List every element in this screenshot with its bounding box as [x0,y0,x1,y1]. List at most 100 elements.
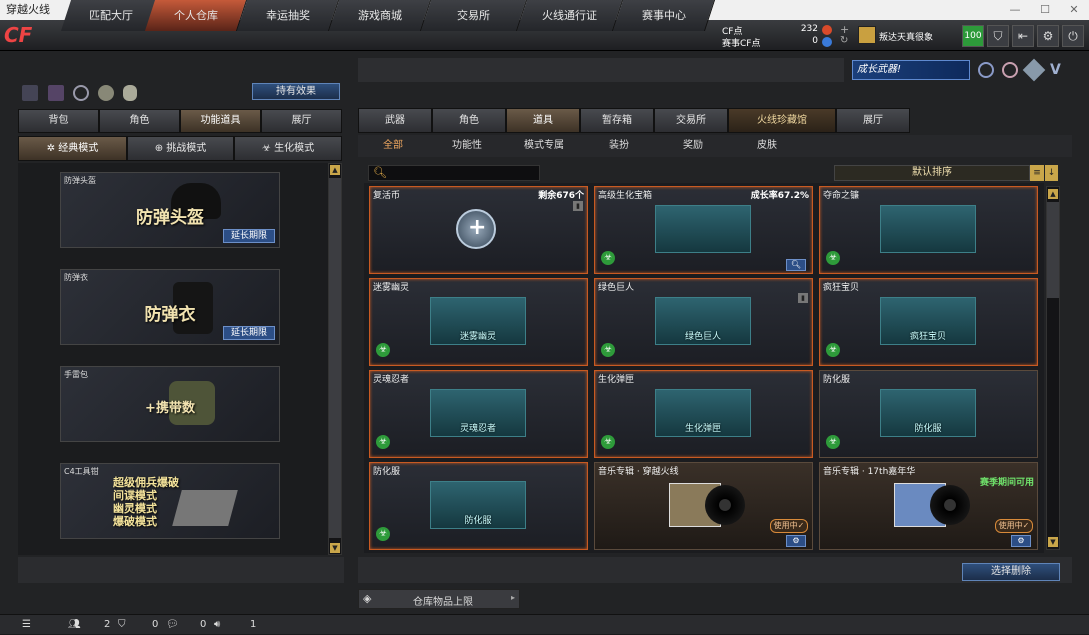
off-toggle-icon[interactable] [22,85,38,101]
card-helmet[interactable]: 防弹头盔 防弹头盔 延长期限 [60,172,280,248]
scroll-down-icon[interactable]: ▼ [330,543,340,553]
gear-icon[interactable]: ⚙ [1037,25,1059,47]
tab-temp-box[interactable]: 暂存箱 [580,108,654,133]
status-bar: ☰ 👥︎ 2 ⛉ 0 💬︎ 0 🔊︎ 1 [0,614,1089,634]
left-scroll-thumb[interactable] [329,178,341,538]
select-delete-button[interactable]: 选择删除 [962,563,1060,581]
zombie-mode-icon: ☣ [601,343,615,357]
zombie-mode-icon: ☣ [826,251,840,265]
layers-icon: ◈ [363,592,372,605]
card-grenade-pack[interactable]: 手雷包 +携带数 [60,366,280,442]
mode-challenge[interactable]: ⊕ 挑战模式 [127,136,234,161]
friends-icon[interactable]: 👥︎ [68,615,81,635]
sort-dropdown[interactable]: 默认排序 [834,165,1030,181]
item-card[interactable]: 防化服 防化服 ☣ [819,370,1038,458]
tab-showroom[interactable]: 展厅 [261,109,342,133]
globe-icon[interactable] [1002,62,1018,78]
list-view-icon[interactable]: ≡ [1030,165,1044,181]
figure-icon[interactable] [98,85,114,101]
magnify-button[interactable]: 🔍︎ [786,259,806,271]
item-card[interactable]: 迷雾幽灵 迷雾幽灵 ☣ [369,278,588,366]
tab-collection-hall[interactable]: 火线珍藏馆 [728,108,836,133]
item-card[interactable]: 高级生化宝箱 成长率67.2% ☣ 🔍︎ [594,186,813,274]
tab-function-items[interactable]: 功能道具 [180,109,261,133]
menu-icon[interactable]: ☰ [22,615,31,635]
tab-roles[interactable]: 角色 [432,108,506,133]
chevron-right-icon: ▸ [511,593,516,602]
subtab-rewards[interactable]: 奖励 [668,137,718,155]
username[interactable]: 叛达天真很象 [879,30,933,43]
scroll-up-icon[interactable]: ▲ [330,165,340,175]
tab-items[interactable]: 道具 [506,108,580,133]
item-card[interactable]: 绿色巨人 ▮ 绿色巨人 ☣ [594,278,813,366]
item-card[interactable]: 复活币 剩余676个 ▮ + [369,186,588,274]
chat-icon[interactable]: 💬︎ [166,615,179,635]
right-scroll-thumb[interactable] [1047,202,1059,298]
clan-count: 0 [152,619,159,630]
right-header-bar [358,58,844,82]
mode-zombie[interactable]: ☣ 生化模式 [234,136,342,161]
extend-button[interactable]: 延长期限 [223,326,275,340]
speaker-icon[interactable]: 🔊︎ [214,615,220,635]
hold-effect-button[interactable]: 持有效果 [252,83,340,100]
v-icon[interactable]: V [1050,62,1066,78]
zombie-mode-icon: ☣ [826,343,840,357]
item-card[interactable]: 灵魂忍者 灵魂忍者 ☣ [369,370,588,458]
tab-exchange[interactable]: 交易所 [420,0,528,31]
vinyl-record-icon [930,485,970,525]
cf-value: 232 [800,24,818,34]
badge-icon[interactable] [978,62,994,78]
subtab-functional[interactable]: 功能性 [442,137,492,155]
lock-icon: ▮ [798,293,808,303]
item-card[interactable]: 夺命之镰 ☣ [819,186,1038,274]
tab-role[interactable]: 角色 [99,109,180,133]
item-card[interactable]: 生化弹匣 生化弹匣 ☣ [594,370,813,458]
level-badge: 100 [962,25,984,47]
card-vest[interactable]: 防弹衣 防弹衣 延长期限 [60,269,280,345]
subtab-all[interactable]: 全部 [368,137,418,155]
extend-button[interactable]: 延长期限 [223,229,275,243]
scroll-up-icon[interactable]: ▲ [1048,189,1058,199]
item-card[interactable]: 音乐专辑 · 穿越火线 使用中✓ ⚙ [594,462,813,550]
capacity-button[interactable]: ◈ 仓库物品上限 ▸ [358,589,520,609]
cycle-icon[interactable] [73,85,89,101]
target-icon: ⊕ [154,143,167,154]
clan-icon[interactable]: ⛉ [118,615,126,635]
subtab-mode-exclusive[interactable]: 模式专属 [516,137,572,155]
stats-icon[interactable] [48,85,64,101]
subtab-skins[interactable]: 皮肤 [742,137,792,155]
shield-icon[interactable]: ⛉ [987,25,1009,47]
mouse-icon[interactable] [123,85,137,101]
item-card[interactable]: 音乐专辑 · 17th嘉年华 赛季期间可用 使用中✓ ⚙ [819,462,1038,550]
settings-button[interactable]: ⚙ [1011,535,1031,547]
power-icon[interactable]: ⏻ [1062,25,1084,47]
search-icon: 🔍︎ [373,166,387,179]
sort-order-icon[interactable]: ↓ [1045,165,1058,181]
tab-display-hall[interactable]: 展厅 [836,108,910,133]
tab-battle-pass[interactable]: 火线通行证 [516,0,624,31]
tab-backpack[interactable]: 背包 [18,109,99,133]
close-button[interactable]: ✕ [1059,0,1089,20]
tab-game-store[interactable]: 游戏商城 [328,0,432,31]
card-c4-tool[interactable]: C4工具钳 超级佣兵爆破 间谍模式 幽灵模式 爆破模式 [60,463,280,539]
tab-personal-warehouse[interactable]: 个人仓库 [144,0,248,31]
tab-weapons[interactable]: 武器 [358,108,432,133]
in-use-badge: 使用中✓ [770,519,808,533]
subtab-dressup[interactable]: 装扮 [594,137,644,155]
tab-exchange-house[interactable]: 交易所 [654,108,728,133]
exit-room-icon[interactable]: ⇤ [1012,25,1034,47]
tab-lucky-draw[interactable]: 幸运抽奖 [236,0,340,31]
rank-badge-icon [858,26,876,44]
tab-event-center[interactable]: 赛事中心 [612,0,716,31]
search-input[interactable]: 🔍︎ [368,165,540,181]
minimize-button[interactable]: — [1000,0,1030,20]
growth-weapon-banner[interactable]: 成长武器! [852,60,970,80]
item-card[interactable]: 疯狂宝贝 疯狂宝贝 ☣ [819,278,1038,366]
refresh-icon[interactable]: ↻ [840,35,848,46]
settings-button[interactable]: ⚙ [786,535,806,547]
c4-tool-image [172,490,238,526]
scroll-down-icon[interactable]: ▼ [1048,537,1058,547]
item-card[interactable]: 防化服 防化服 ☣ [369,462,588,550]
mode-classic[interactable]: ✲ 经典模式 [18,136,127,161]
maximize-button[interactable]: ☐ [1030,0,1060,20]
